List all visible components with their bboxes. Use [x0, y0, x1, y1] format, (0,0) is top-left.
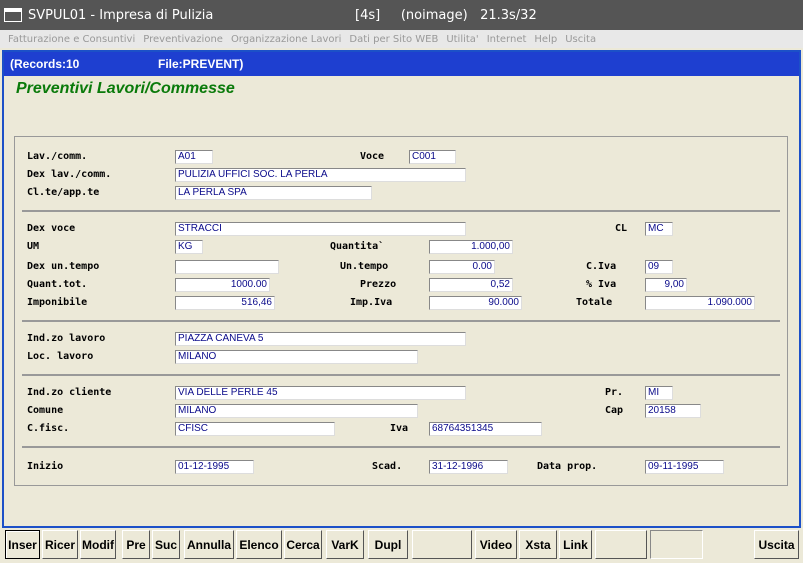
label-loc-lavoro: Loc. lavoro — [27, 351, 94, 362]
field-um[interactable]: KG — [175, 240, 203, 254]
field-clte-appte[interactable]: LA PERLA SPA — [175, 186, 372, 200]
label-dex-un-tempo: Dex un.tempo — [27, 261, 100, 272]
menu-preventivazione[interactable]: Preventivazione — [143, 34, 223, 45]
menu-fatturazione[interactable]: Fatturazione e Consuntivi — [8, 34, 135, 45]
field-ind-lavoro[interactable]: PIAZZA CANEVA 5 — [175, 332, 466, 346]
label-quantita: Quantita` — [330, 241, 385, 252]
field-c-iva[interactable]: 09 — [645, 260, 673, 274]
pre-button[interactable]: Pre — [122, 530, 150, 559]
field-totale[interactable]: 1.090.000 — [645, 296, 755, 310]
field-perc-iva[interactable]: 9,00 — [645, 278, 687, 292]
inser-button[interactable]: Inser — [5, 530, 40, 559]
field-loc-lavoro[interactable]: MILANO — [175, 350, 418, 364]
menu-uscita[interactable]: Uscita — [565, 34, 596, 45]
field-voce[interactable]: C001 — [409, 150, 456, 164]
label-perc-iva: % Iva — [586, 279, 617, 290]
label-cap: Cap — [605, 405, 624, 416]
field-lav-comm[interactable]: A01 — [175, 150, 213, 164]
label-scad: Scad. — [372, 461, 403, 472]
field-quantita[interactable]: 1.000,00 — [429, 240, 513, 254]
separator — [22, 210, 780, 212]
field-dex-voce[interactable]: STRACCI — [175, 222, 466, 236]
button-bar: Inser Ricer Modif Pre Suc Annulla Elenco… — [0, 528, 803, 563]
label-cl: CL — [615, 223, 628, 234]
label-iva: Iva — [390, 423, 409, 434]
field-dex-lav-comm[interactable]: PULIZIA UFFICI SOC. LA PERLA — [175, 168, 466, 182]
label-imponibile: Imponibile — [27, 297, 88, 308]
field-prezzo[interactable]: 0,52 — [429, 278, 513, 292]
label-prezzo: Prezzo — [360, 279, 397, 290]
label-un-tempo: Un.tempo — [340, 261, 389, 272]
title-bar: SVPUL01 - Impresa di Pulizia [4s] (noima… — [0, 0, 803, 30]
elenco-button[interactable]: Elenco — [236, 530, 282, 559]
label-quant-tot: Quant.tot. — [27, 279, 88, 290]
page-title: Preventivi Lavori/Commesse — [16, 80, 235, 97]
field-c-fisc[interactable]: CFISC — [175, 422, 335, 436]
label-imp-iva: Imp.Iva — [350, 297, 393, 308]
uscita-button[interactable]: Uscita — [754, 530, 799, 559]
record-header: (Records:10 File:PREVENT) — [4, 52, 799, 76]
records-count: (Records:10 — [10, 57, 80, 71]
cerca-button[interactable]: Cerca — [284, 530, 322, 559]
field-scad[interactable]: 31-12-1996 — [429, 460, 508, 474]
window-title: SVPUL01 - Impresa di Pulizia — [28, 7, 214, 23]
blank-button-1[interactable] — [412, 530, 472, 559]
link-button[interactable]: Link — [559, 530, 592, 559]
field-pr[interactable]: MI — [645, 386, 673, 400]
menu-utilita[interactable]: Utilita' — [446, 34, 478, 45]
label-comune: Comune — [27, 405, 64, 416]
field-quant-tot[interactable]: 1000.00 — [175, 278, 270, 292]
label-data-prop: Data prop. — [537, 461, 598, 472]
label-c-fisc: C.fisc. — [27, 423, 70, 434]
label-ind-cliente: Ind.zo cliente — [27, 387, 112, 398]
field-imp-iva[interactable]: 90.000 — [429, 296, 522, 310]
separator — [22, 446, 780, 448]
separator — [22, 374, 780, 376]
label-pr: Pr. — [605, 387, 624, 398]
field-imponibile[interactable]: 516,46 — [175, 296, 275, 310]
label-totale: Totale — [576, 297, 613, 308]
suc-button[interactable]: Suc — [152, 530, 180, 559]
video-button[interactable]: Video — [475, 530, 517, 559]
menu-organizzazione[interactable]: Organizzazione Lavori — [231, 34, 341, 45]
label-voce: Voce — [360, 151, 385, 162]
label-dex-voce: Dex voce — [27, 223, 76, 234]
window-icon[interactable] — [4, 8, 22, 22]
field-iva[interactable]: 68764351345 — [429, 422, 542, 436]
field-comune[interactable]: MILANO — [175, 404, 418, 418]
field-un-tempo[interactable]: 0.00 — [429, 260, 495, 274]
label-c-iva: C.Iva — [586, 261, 617, 272]
dupl-button[interactable]: Dupl — [368, 530, 408, 559]
field-cap[interactable]: 20158 — [645, 404, 701, 418]
modif-button[interactable]: Modif — [80, 530, 116, 559]
menu-dati-web[interactable]: Dati per Sito WEB — [349, 34, 438, 45]
field-ind-cliente[interactable]: VIA DELLE PERLE 45 — [175, 386, 466, 400]
label-inizio: Inizio — [27, 461, 64, 472]
xsta-button[interactable]: Xsta — [519, 530, 557, 559]
menu-internet[interactable]: Internet — [487, 34, 527, 45]
field-cl[interactable]: MC — [645, 222, 673, 236]
field-dex-un-tempo[interactable] — [175, 260, 279, 274]
separator — [22, 320, 780, 322]
annulla-button[interactable]: Annulla — [184, 530, 234, 559]
blank-button-2[interactable] — [595, 530, 647, 559]
menu-help[interactable]: Help — [534, 34, 557, 45]
label-clte-appte: Cl.te/app.te — [27, 187, 100, 198]
blank-button-3[interactable] — [650, 530, 703, 559]
label-lav-comm: Lav./comm. — [27, 151, 88, 162]
field-inizio[interactable]: 01-12-1995 — [175, 460, 254, 474]
label-ind-lavoro: Ind.zo lavoro — [27, 333, 106, 344]
field-data-prop[interactable]: 09-11-1995 — [645, 460, 724, 474]
window-info: [4s] (noimage) 21.3s/32 — [355, 7, 537, 23]
ricer-button[interactable]: Ricer — [42, 530, 78, 559]
label-um: UM — [27, 241, 40, 252]
menu-bar: Fatturazione e Consuntivi Preventivazion… — [0, 30, 803, 48]
vark-button[interactable]: VarK — [326, 530, 364, 559]
file-name: File:PREVENT) — [158, 57, 244, 71]
label-dex-lav-comm: Dex lav./comm. — [27, 169, 112, 180]
